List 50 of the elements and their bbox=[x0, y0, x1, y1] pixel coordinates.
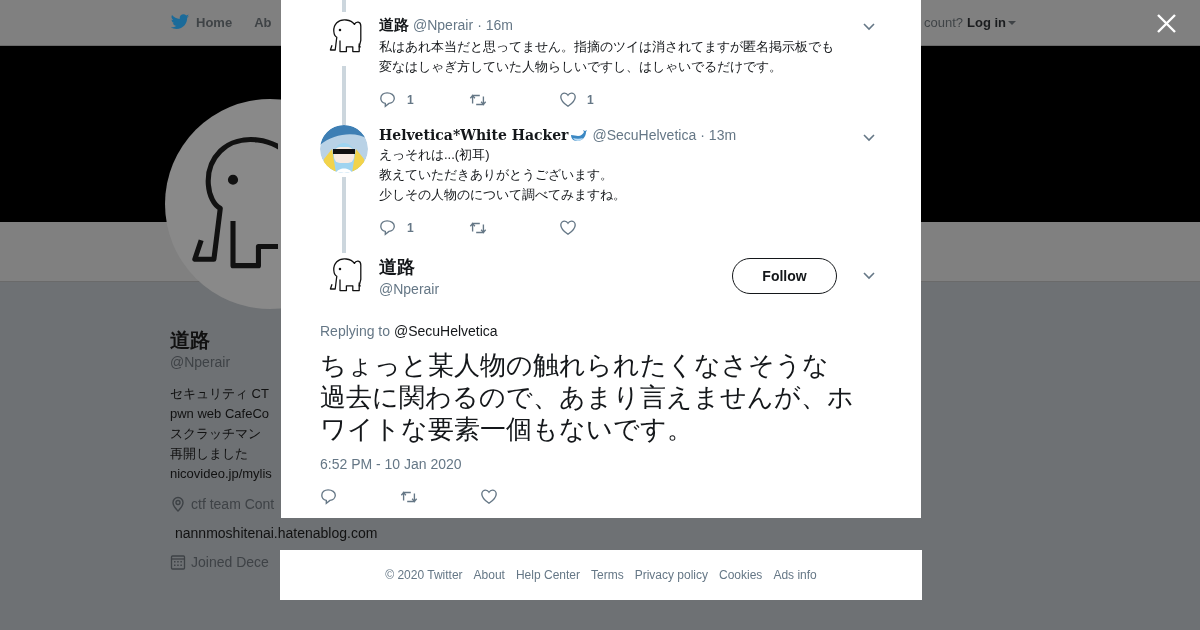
login-link[interactable]: Log in bbox=[967, 15, 1016, 30]
bird-icon bbox=[170, 14, 190, 31]
user-name: Helvetica*White Hacker bbox=[379, 127, 589, 143]
tweet-text: ちょっと某人物の触れられたくなさそうな 過去に関わるので、あまり言えませんが、ホ ワイトな要素一個もないです。 bbox=[320, 349, 855, 445]
profile-link[interactable]: nannmoshitenai.hatenablog.com bbox=[175, 524, 378, 541]
tweet-time: 16m bbox=[485, 17, 514, 33]
user-handle: @Nperair bbox=[379, 280, 441, 297]
like-icon[interactable] bbox=[559, 219, 577, 237]
reply-icon[interactable] bbox=[379, 219, 397, 237]
location-pin-icon bbox=[170, 495, 186, 512]
copyright-text: © 2020 Twitter bbox=[385, 568, 463, 582]
tweet-text: えっそれは...(初耳) 教えていただきありがとうございます。 少しその人物のについて調べてみますね。 bbox=[379, 146, 627, 204]
action-count: 1 bbox=[587, 93, 594, 107]
close-icon[interactable] bbox=[1157, 14, 1176, 33]
like-icon[interactable] bbox=[480, 488, 498, 506]
profile-name: 道路 bbox=[170, 328, 211, 352]
bio-text: スクラッチマン bbox=[170, 425, 262, 443]
follow-button[interactable]: Follow bbox=[732, 258, 837, 294]
caret-icon bbox=[1008, 19, 1016, 26]
user-handle: @Nperair bbox=[413, 17, 474, 33]
bio-text: nicovideo.jp/mylis bbox=[170, 465, 273, 483]
bio-text: 再開しました bbox=[170, 445, 249, 463]
action-count: 1 bbox=[407, 221, 414, 235]
reply-icon[interactable] bbox=[379, 91, 397, 109]
nav-link[interactable]: Home bbox=[170, 14, 233, 31]
user-name: 道路 bbox=[379, 255, 416, 278]
footer-link[interactable]: Ads info bbox=[773, 568, 817, 582]
mention-link[interactable]: @SecuHelvetica bbox=[393, 323, 498, 339]
tweet-text: 私はあれ本当だと思ってません。指摘のツイは消されてますが匿名掲示板でも 変なはしゃぎ方していた人物らしいですし、はしゃいでるだけです。 bbox=[379, 38, 835, 76]
calendar-icon bbox=[170, 553, 186, 570]
footer-link[interactable]: About bbox=[473, 568, 505, 582]
replying-to-text: Replying to @SecuHelvetica bbox=[320, 323, 499, 339]
like-icon[interactable] bbox=[559, 91, 577, 109]
account-prompt: count? bbox=[923, 15, 963, 30]
user-name: 道路 bbox=[379, 16, 409, 35]
bio-text: セキュリティ CT bbox=[170, 385, 270, 403]
user-handle: @SecuHelvetica bbox=[592, 127, 697, 143]
separator-dot: · bbox=[477, 17, 482, 33]
footer-link[interactable]: Terms bbox=[591, 568, 624, 582]
footer-link[interactable]: Privacy policy bbox=[634, 568, 708, 582]
bio-text: pwn web CafeCo bbox=[170, 405, 270, 423]
nav-link[interactable]: Ab bbox=[254, 15, 272, 30]
separator-dot: · bbox=[700, 127, 705, 143]
tweet-timestamp: 6:52 PM - 10 Jan 2020 bbox=[320, 456, 463, 472]
whale-icon bbox=[570, 128, 589, 142]
footer-link[interactable]: Cookies bbox=[719, 568, 763, 582]
footer-link[interactable]: Help Center bbox=[515, 568, 580, 582]
tweet-time: 13m bbox=[708, 127, 737, 143]
action-count: 1 bbox=[407, 93, 414, 107]
reply-icon[interactable] bbox=[320, 488, 338, 506]
